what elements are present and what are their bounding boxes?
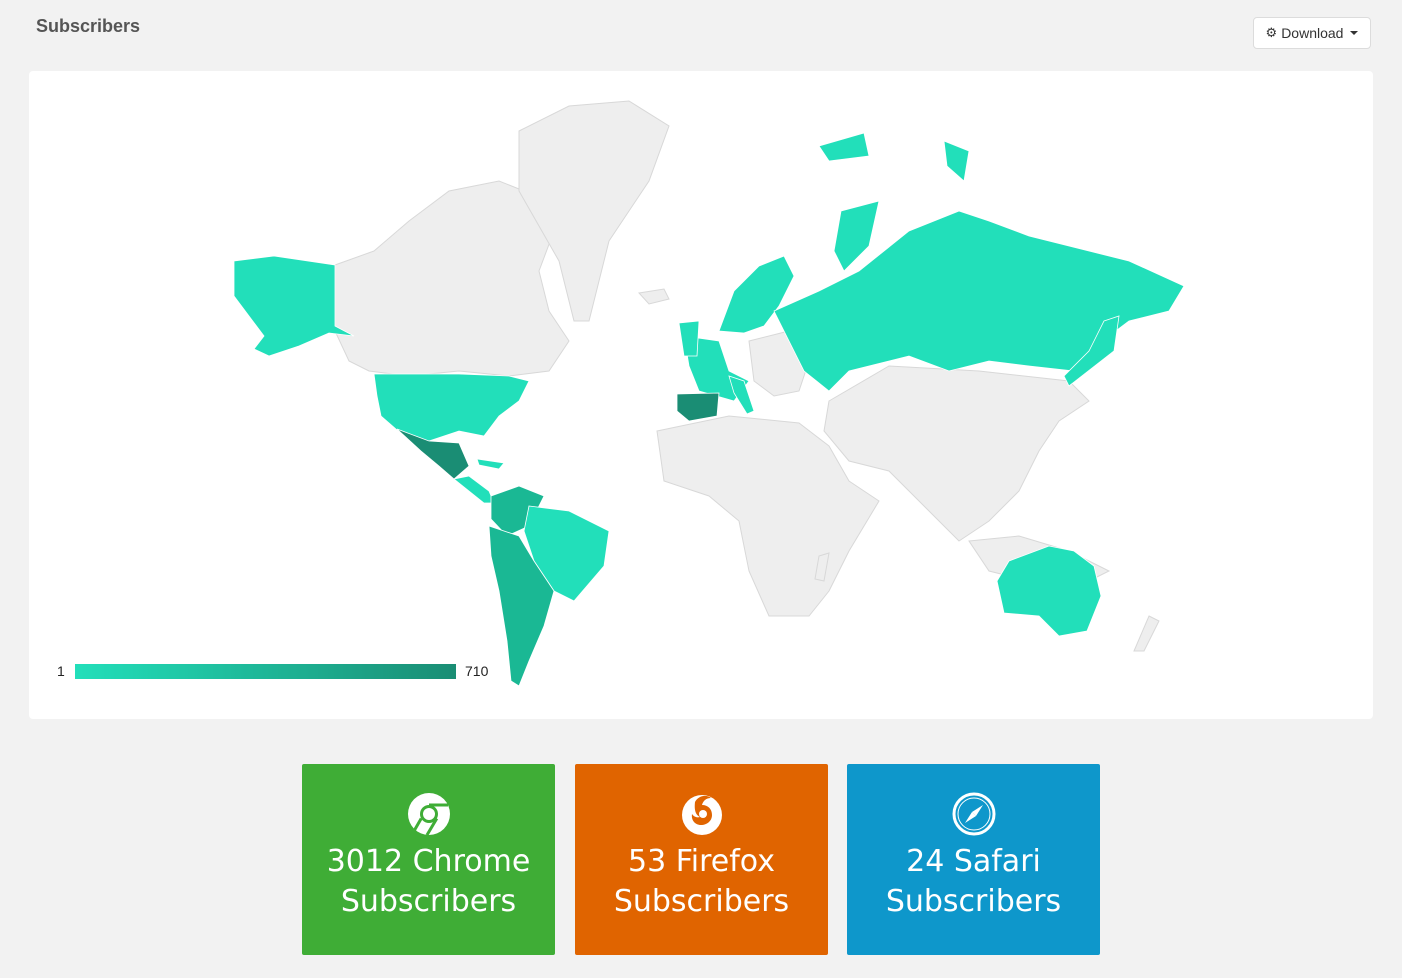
download-label: Download xyxy=(1281,25,1344,41)
page-title: Subscribers xyxy=(36,16,141,36)
firefox-count-line: 53 Firefox xyxy=(628,844,775,879)
legend-gradient-bar xyxy=(75,664,456,679)
map-region-svalbard[interactable] xyxy=(818,132,870,162)
chrome-count-line: 3012 Chrome xyxy=(326,844,531,879)
map-region-caribbean[interactable] xyxy=(476,458,505,470)
safari-icon xyxy=(952,792,996,841)
gear-icon: ⚙ xyxy=(1265,25,1278,40)
map-region-franz-josef[interactable] xyxy=(943,140,970,182)
map-region-australia[interactable] xyxy=(996,545,1102,637)
chrome-subscribers-label: 3012 Chrome Subscribers xyxy=(302,842,555,922)
chrome-icon xyxy=(407,792,451,841)
map-region-spain[interactable] xyxy=(676,392,720,422)
legend-max-label: 710 xyxy=(465,663,489,679)
map-region-iceland[interactable] xyxy=(638,288,670,305)
map-region-usa[interactable] xyxy=(373,373,530,442)
map-region-uk[interactable] xyxy=(678,320,700,357)
safari-subtitle-line: Subscribers xyxy=(885,884,1062,919)
map-region-central-america[interactable] xyxy=(453,475,495,504)
safari-count-line: 24 Safari xyxy=(906,844,1041,879)
safari-subscribers-label: 24 Safari Subscribers xyxy=(847,842,1100,922)
map-region-new-zealand[interactable] xyxy=(1133,615,1160,652)
safari-subscribers-card[interactable]: 24 Safari Subscribers xyxy=(847,764,1100,955)
chrome-subtitle-line: Subscribers xyxy=(340,884,517,919)
firefox-subscribers-label: 53 Firefox Subscribers xyxy=(575,842,828,922)
world-map-card: 1 710 xyxy=(29,71,1373,719)
firefox-subscribers-card[interactable]: 53 Firefox Subscribers xyxy=(575,764,828,955)
firefox-icon xyxy=(680,792,724,841)
chrome-subscribers-card[interactable]: 3012 Chrome Subscribers xyxy=(302,764,555,955)
legend-min-label: 1 xyxy=(57,663,65,679)
world-map xyxy=(233,100,1185,687)
chevron-down-icon xyxy=(1350,31,1359,35)
download-button[interactable]: ⚙ Download xyxy=(1253,17,1371,49)
firefox-subtitle-line: Subscribers xyxy=(613,884,790,919)
map-region-russia[interactable] xyxy=(773,210,1185,392)
